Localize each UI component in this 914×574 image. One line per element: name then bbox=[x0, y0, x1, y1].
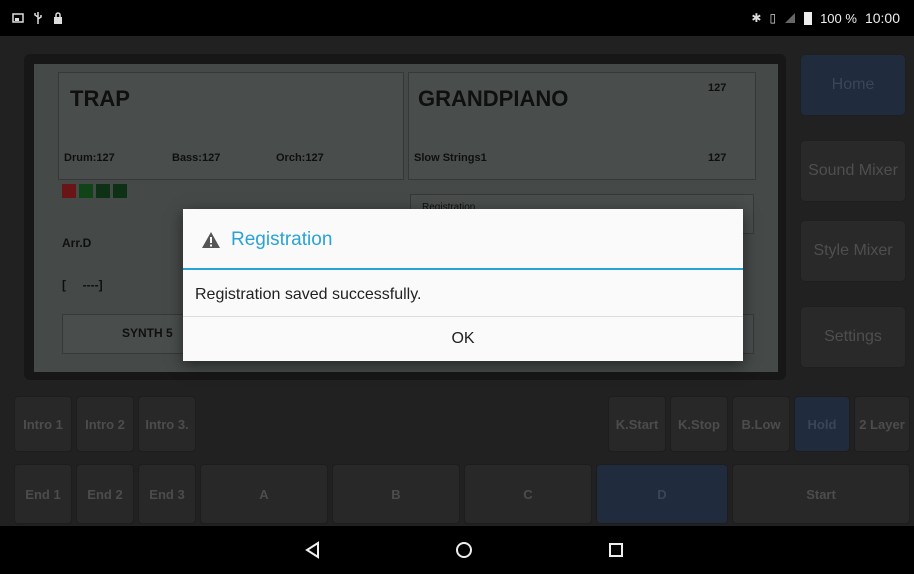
ok-button[interactable]: OK bbox=[183, 317, 743, 361]
screenshot-icon bbox=[12, 13, 24, 23]
registration-dialog: Registration Registration saved successf… bbox=[183, 209, 743, 361]
warning-icon bbox=[202, 232, 220, 248]
dialog-header: Registration bbox=[201, 229, 332, 251]
vibrate-icon: ▯ bbox=[769, 11, 777, 25]
recents-icon bbox=[609, 543, 623, 557]
bluetooth-icon: ✱ bbox=[751, 11, 762, 25]
clock: 10:00 bbox=[864, 10, 900, 26]
recents-button[interactable] bbox=[604, 538, 628, 562]
status-bar: ✱ ▯ 100 % 10:00 bbox=[0, 0, 914, 36]
dialog-message: Registration saved successfully. bbox=[195, 286, 422, 303]
lock-icon bbox=[54, 12, 62, 24]
dialog-divider bbox=[183, 268, 743, 270]
signal-off-icon bbox=[785, 13, 796, 23]
dialog-title: Registration bbox=[231, 229, 333, 250]
battery-percent: 100 % bbox=[820, 10, 857, 26]
home-nav-button[interactable] bbox=[452, 538, 476, 562]
usb-icon bbox=[34, 12, 42, 24]
back-button[interactable] bbox=[300, 538, 324, 562]
home-circle-icon bbox=[456, 542, 472, 558]
navigation-bar bbox=[0, 526, 914, 574]
battery-icon bbox=[804, 12, 813, 25]
back-icon bbox=[305, 541, 319, 559]
